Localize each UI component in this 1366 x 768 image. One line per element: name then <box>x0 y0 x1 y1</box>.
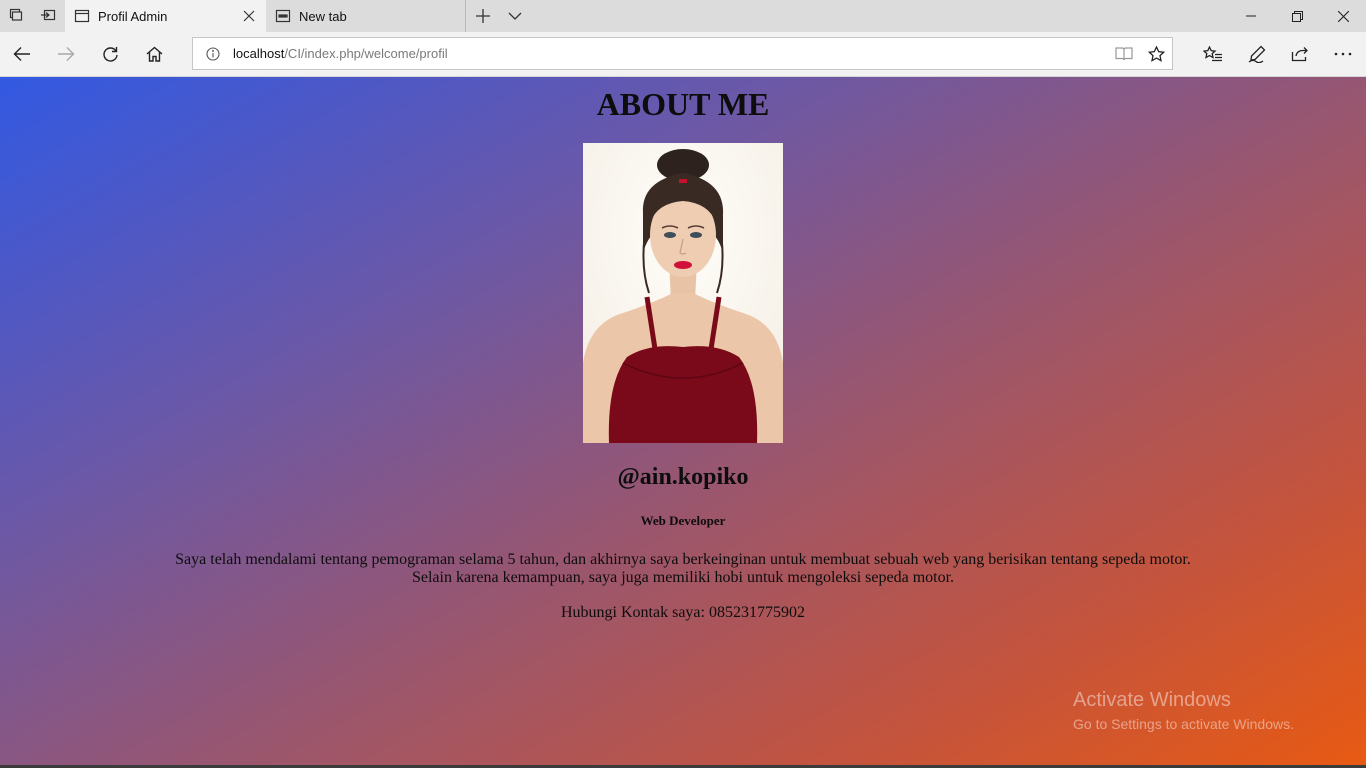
reading-view-icon <box>1115 47 1133 61</box>
back-arrow-icon <box>13 47 30 61</box>
profile-photo <box>583 143 783 443</box>
tab-manager-icon <box>9 7 23 26</box>
set-aside-tabs-icon <box>40 7 56 26</box>
chevron-down-icon <box>508 12 522 20</box>
close-window-button[interactable] <box>1320 0 1366 32</box>
url-text: localhost/CI/index.php/welcome/profil <box>233 46 1108 61</box>
tab-profil-admin[interactable]: Profil Admin <box>65 0 266 32</box>
contact-info: Hubungi Kontak saya: 085231775902 <box>561 604 805 621</box>
page-content: ABOUT ME @ain.kopiko Web Developer Saya … <box>0 77 1366 768</box>
share-button[interactable] <box>1278 32 1322 76</box>
more-icon <box>1334 52 1352 56</box>
web-note-button[interactable] <box>1235 32 1279 76</box>
watermark-subtitle: Go to Settings to activate Windows. <box>1073 716 1294 732</box>
set-aside-tabs-button[interactable] <box>32 0 64 32</box>
refresh-icon <box>102 46 118 62</box>
tab-strip: Profil Admin New tab <box>0 0 1366 32</box>
page-icon <box>65 9 98 23</box>
reading-view-button[interactable] <box>1108 38 1140 69</box>
pen-icon <box>1248 45 1266 63</box>
page-title: ABOUT ME <box>596 86 770 122</box>
bio-line-2: Selain karena kemampuan, saya juga memil… <box>411 569 955 586</box>
refresh-button[interactable] <box>88 32 132 76</box>
close-icon <box>243 10 255 22</box>
star-icon <box>1147 45 1165 62</box>
home-button[interactable] <box>132 32 176 76</box>
new-tab-button[interactable] <box>467 0 499 32</box>
minimize-icon <box>1246 15 1256 17</box>
back-button[interactable] <box>0 32 44 76</box>
home-icon <box>146 46 162 62</box>
favorites-button[interactable] <box>1191 32 1235 76</box>
profile-role: Web Developer <box>640 513 726 528</box>
tab-new-tab[interactable]: New tab <box>266 0 466 32</box>
tab-title: Profil Admin <box>98 8 168 24</box>
activate-windows-watermark: Activate Windows Go to Settings to activ… <box>1073 688 1294 734</box>
forward-arrow-icon <box>58 47 75 61</box>
more-button[interactable] <box>1321 32 1365 76</box>
restore-button[interactable] <box>1274 0 1320 32</box>
close-tab-button[interactable] <box>232 10 266 22</box>
plus-icon <box>476 9 490 23</box>
bio-line-1: Saya telah mendalami tentang pemograman … <box>175 551 1191 568</box>
share-icon <box>1291 47 1308 62</box>
tab-preview-toggle[interactable] <box>499 0 531 32</box>
close-icon <box>1337 10 1349 22</box>
add-favorite-button[interactable] <box>1140 38 1172 69</box>
tab-title: New tab <box>299 8 347 24</box>
new-tab-page-icon <box>266 9 299 23</box>
watermark-title: Activate Windows <box>1073 689 1231 711</box>
minimize-button[interactable] <box>1228 0 1274 32</box>
profile-bio: Saya telah mendalami tentang pemograman … <box>0 551 1366 587</box>
favorites-icon <box>1203 46 1222 62</box>
navigation-bar: localhost/CI/index.php/welcome/profil <box>0 32 1366 77</box>
info-icon[interactable] <box>193 46 233 61</box>
profile-handle: @ain.kopiko <box>617 464 749 490</box>
url-host: localhost <box>233 46 285 61</box>
address-bar[interactable]: localhost/CI/index.php/welcome/profil <box>192 37 1173 70</box>
forward-button[interactable] <box>44 32 88 76</box>
tab-manager-button[interactable] <box>0 0 32 32</box>
url-path: /CI/index.php/welcome/profil <box>284 46 448 61</box>
restore-icon <box>1291 10 1303 22</box>
